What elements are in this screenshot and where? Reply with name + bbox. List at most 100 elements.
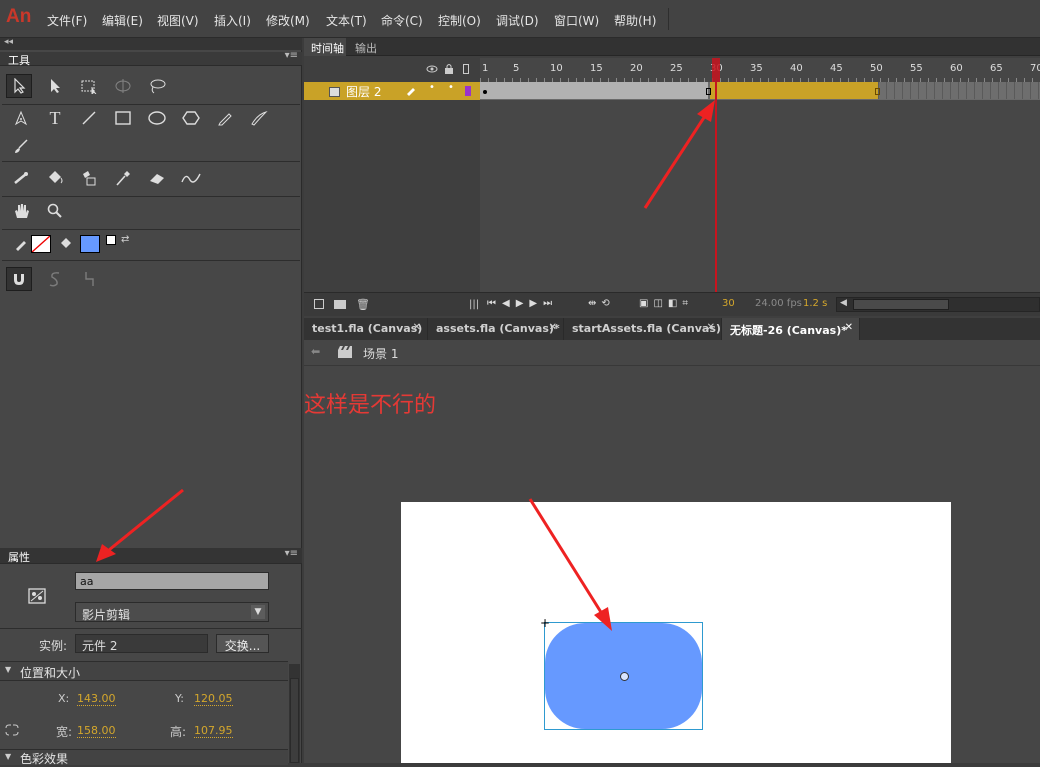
close-icon[interactable]: ✕	[413, 322, 421, 333]
tab-output[interactable]: 输出	[348, 38, 382, 56]
elapsed-time[interactable]: 1.2 s	[803, 298, 827, 309]
new-folder-icon[interactable]	[334, 300, 346, 309]
doc-tab-untitled[interactable]: 无标题-26 (Canvas)* ✕	[722, 318, 860, 340]
default-colors-icon[interactable]	[106, 235, 116, 245]
subselection-tool-icon[interactable]	[42, 74, 68, 98]
paint-brush-tool-icon[interactable]	[246, 106, 272, 130]
scroll-left-icon[interactable]: ◀	[840, 298, 847, 308]
doc-tab-startassets[interactable]: startAssets.fla (Canvas) ✕	[564, 318, 722, 340]
tab-timeline[interactable]: 时间轴	[304, 38, 346, 56]
selection-tool-icon[interactable]	[6, 74, 32, 98]
straighten-icon[interactable]	[76, 267, 102, 291]
frame-ruler[interactable]: 1 5 10 15 20 25 30 35 40 45 50 55 60 65 …	[480, 58, 1040, 82]
zoom-tool-icon[interactable]	[42, 199, 68, 223]
panel-menu-icon[interactable]: ▾≡	[285, 548, 298, 559]
menu-edit[interactable]: 编辑(E)	[102, 12, 143, 29]
symbol-type-select[interactable]: 影片剪辑 ▼	[75, 602, 269, 622]
edit-multiple-icon[interactable]: ◧	[668, 298, 682, 309]
bone-tool-icon[interactable]	[8, 166, 34, 190]
next-frame-icon[interactable]: ▶	[529, 298, 543, 309]
lock-proportions-icon[interactable]	[4, 724, 20, 736]
new-layer-icon[interactable]	[314, 299, 324, 309]
rectangle-tool-icon[interactable]	[110, 106, 136, 130]
menu-modify[interactable]: 修改(M)	[266, 12, 310, 29]
eyedropper-tool-icon[interactable]	[110, 166, 136, 190]
hand-tool-icon[interactable]	[8, 199, 34, 223]
snap-to-objects-icon[interactable]	[6, 267, 32, 291]
timeline-hscroll[interactable]: ◀	[836, 297, 1040, 312]
eye-icon[interactable]	[426, 64, 438, 77]
scrollbar-thumb[interactable]	[290, 678, 299, 763]
close-icon[interactable]: ✕	[707, 322, 715, 333]
x-value[interactable]: 143.00	[77, 692, 116, 706]
layer-row[interactable]: 图层 2 • •	[304, 82, 480, 100]
stroke-color-swatch[interactable]	[31, 235, 51, 253]
width-value[interactable]: 158.00	[77, 724, 116, 738]
doc-tab-assets[interactable]: assets.fla (Canvas)* ✕	[428, 318, 564, 340]
frame-track[interactable]	[480, 82, 1040, 100]
first-frame-icon[interactable]: ⏮	[487, 298, 502, 309]
modify-markers-icon[interactable]: ⌗	[682, 298, 693, 309]
doc-tab-test1[interactable]: test1.fla (Canvas) ✕	[304, 318, 428, 340]
swap-button[interactable]: 交换...	[216, 634, 269, 653]
text-tool-icon[interactable]: T	[42, 106, 68, 130]
menu-commands[interactable]: 命令(C)	[381, 12, 423, 29]
panel-menu-icon[interactable]: ▾≡	[285, 50, 298, 61]
polystar-tool-icon[interactable]	[178, 106, 204, 130]
width-tool-icon[interactable]	[178, 166, 204, 190]
layer-lock-dot[interactable]: •	[448, 82, 454, 93]
menu-control[interactable]: 控制(O)	[438, 12, 481, 29]
onion-skin-icon[interactable]: ▣	[639, 298, 653, 309]
line-tool-icon[interactable]	[76, 106, 102, 130]
menu-file[interactable]: 文件(F)	[47, 12, 87, 29]
properties-scrollbar[interactable]	[289, 664, 300, 763]
loop-icon[interactable]: ⟲	[601, 298, 614, 309]
menu-view[interactable]: 视图(V)	[157, 12, 199, 29]
layer-outline-color[interactable]	[465, 86, 471, 96]
outline-icon[interactable]	[463, 64, 469, 74]
menu-text[interactable]: 文本(T)	[326, 12, 367, 29]
onion-outline-icon[interactable]: ◫	[653, 298, 667, 309]
center-frame-icon[interactable]: ⇹	[588, 298, 601, 309]
close-icon[interactable]: ✕	[845, 322, 853, 333]
current-frame[interactable]: 30	[722, 298, 735, 309]
menu-insert[interactable]: 插入(I)	[214, 12, 251, 29]
frame-number: 20	[630, 63, 643, 74]
close-icon[interactable]: ✕	[549, 322, 557, 333]
paint-bucket-tool-icon[interactable]	[42, 166, 68, 190]
menu-window[interactable]: 窗口(W)	[554, 12, 599, 29]
layer-visible-dot[interactable]: •	[429, 82, 435, 93]
last-frame-icon[interactable]: ⏭	[543, 298, 558, 309]
menu-help[interactable]: 帮助(H)	[614, 12, 656, 29]
lock-icon[interactable]	[444, 63, 454, 78]
menu-debug[interactable]: 调试(D)	[496, 12, 539, 29]
scene-label[interactable]: 场景 1	[363, 345, 398, 362]
ink-bottle-tool-icon[interactable]	[76, 166, 102, 190]
height-value[interactable]: 107.95	[194, 724, 233, 738]
pen-tool-icon[interactable]	[8, 106, 34, 130]
frame-rate[interactable]: 24.00 fps	[755, 298, 802, 309]
play-icon[interactable]: ▶	[516, 298, 530, 309]
delete-icon[interactable]: 🗑	[356, 298, 370, 311]
layer-name[interactable]: 图层 2	[346, 83, 381, 100]
brush-tool-icon[interactable]	[8, 134, 34, 158]
instance-name-input[interactable]	[75, 572, 269, 590]
lasso-tool-icon[interactable]	[144, 74, 170, 98]
prev-frame-icon[interactable]: ◀	[502, 298, 516, 309]
back-arrow-icon[interactable]: ⬅	[311, 345, 320, 358]
scrollbar-thumb[interactable]	[853, 299, 949, 310]
smooth-icon[interactable]	[42, 267, 68, 291]
collapse-icon[interactable]: ◂◂	[4, 37, 13, 47]
free-transform-tool-icon[interactable]	[76, 74, 102, 98]
eraser-tool-icon[interactable]	[144, 166, 170, 190]
playhead-handle[interactable]	[712, 58, 720, 82]
y-value[interactable]: 120.05	[194, 692, 233, 706]
fill-color-swatch[interactable]	[80, 235, 100, 253]
swap-colors-icon[interactable]: ⇄	[121, 234, 129, 245]
transform-point-icon[interactable]	[620, 672, 629, 681]
oval-tool-icon[interactable]	[144, 106, 170, 130]
doc-tab-label: assets.fla (Canvas)*	[436, 322, 560, 335]
position-size-section-header[interactable]: ▼ 位置和大小	[0, 661, 288, 681]
pencil-tool-icon[interactable]	[212, 106, 238, 130]
3d-rotation-tool-icon[interactable]	[110, 74, 136, 98]
